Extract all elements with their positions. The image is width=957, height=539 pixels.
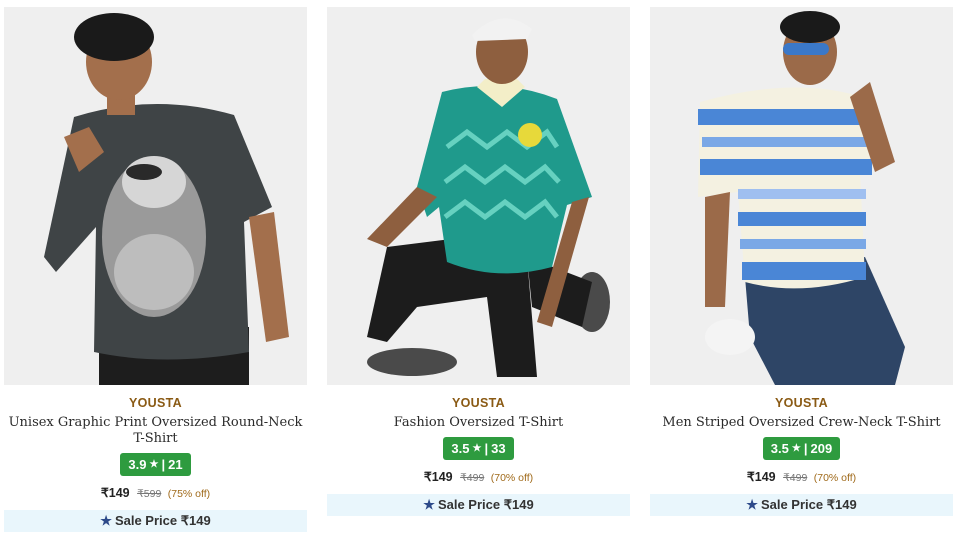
star-icon: ★ xyxy=(472,443,482,454)
review-count: 33 xyxy=(491,441,506,456)
brand-name[interactable]: YOUSTA xyxy=(4,396,307,411)
sale-price-banner: ★ Sale Price ₹149 xyxy=(327,494,630,516)
price-row: ₹149 ₹499 (70% off) xyxy=(650,470,953,485)
star-icon: ★ xyxy=(423,497,435,512)
sale-price-banner: ★ Sale Price ₹149 xyxy=(4,510,307,532)
review-count: 21 xyxy=(168,457,183,472)
product-card[interactable]: YOUSTA Fashion Oversized T-Shirt 3.5 ★ |… xyxy=(327,7,630,516)
discount-percent: (70% off) xyxy=(490,472,534,484)
product-image[interactable] xyxy=(327,7,630,385)
rating-row: 3.5 ★ | 209 xyxy=(650,437,953,460)
sale-price: ₹149 xyxy=(746,470,776,484)
sale-price-label: Sale Price ₹149 xyxy=(114,513,211,528)
model-photo xyxy=(327,7,630,385)
product-title[interactable]: Unisex Graphic Print Oversized Round-Nec… xyxy=(4,415,307,447)
rating-badge[interactable]: 3.5 ★ | 33 xyxy=(443,437,514,460)
product-title[interactable]: Men Striped Oversized Crew-Neck T-Shirt xyxy=(650,415,953,431)
price-row: ₹149 ₹599 (75% off) xyxy=(4,486,307,501)
price-row: ₹149 ₹499 (70% off) xyxy=(327,470,630,485)
rating-value: 3.9 xyxy=(128,457,147,472)
rating-badge[interactable]: 3.5 ★ | 209 xyxy=(762,437,841,460)
review-count: 209 xyxy=(810,441,833,456)
sale-price-label: Sale Price ₹149 xyxy=(760,497,857,512)
model-photo xyxy=(650,7,953,385)
star-icon: ★ xyxy=(791,443,801,454)
original-price: ₹499 xyxy=(783,472,808,484)
star-icon: ★ xyxy=(100,513,112,528)
rating-badge[interactable]: 3.9 ★ | 21 xyxy=(120,453,191,476)
brand-name[interactable]: YOUSTA xyxy=(650,396,953,411)
rating-separator: | xyxy=(803,441,808,456)
discount-percent: (70% off) xyxy=(813,472,857,484)
product-card[interactable]: YOUSTA Unisex Graphic Print Oversized Ro… xyxy=(4,7,307,532)
brand-name[interactable]: YOUSTA xyxy=(327,396,630,411)
product-image[interactable] xyxy=(4,7,307,385)
sale-price-banner: ★ Sale Price ₹149 xyxy=(650,494,953,516)
product-card[interactable]: YOUSTA Men Striped Oversized Crew-Neck T… xyxy=(650,7,953,516)
model-photo xyxy=(4,7,307,385)
rating-row: 3.9 ★ | 21 xyxy=(4,453,307,476)
star-icon: ★ xyxy=(149,459,159,470)
sale-price: ₹149 xyxy=(423,470,453,484)
rating-value: 3.5 xyxy=(451,441,470,456)
product-title[interactable]: Fashion Oversized T-Shirt xyxy=(327,415,630,431)
original-price: ₹599 xyxy=(137,488,162,500)
rating-separator: | xyxy=(161,457,166,472)
rating-separator: | xyxy=(484,441,489,456)
sale-price: ₹149 xyxy=(100,486,130,500)
discount-percent: (75% off) xyxy=(167,488,211,500)
star-icon: ★ xyxy=(746,497,758,512)
rating-value: 3.5 xyxy=(770,441,789,456)
sale-price-label: Sale Price ₹149 xyxy=(437,497,534,512)
rating-row: 3.5 ★ | 33 xyxy=(327,437,630,460)
product-image[interactable] xyxy=(650,7,953,385)
original-price: ₹499 xyxy=(460,472,485,484)
